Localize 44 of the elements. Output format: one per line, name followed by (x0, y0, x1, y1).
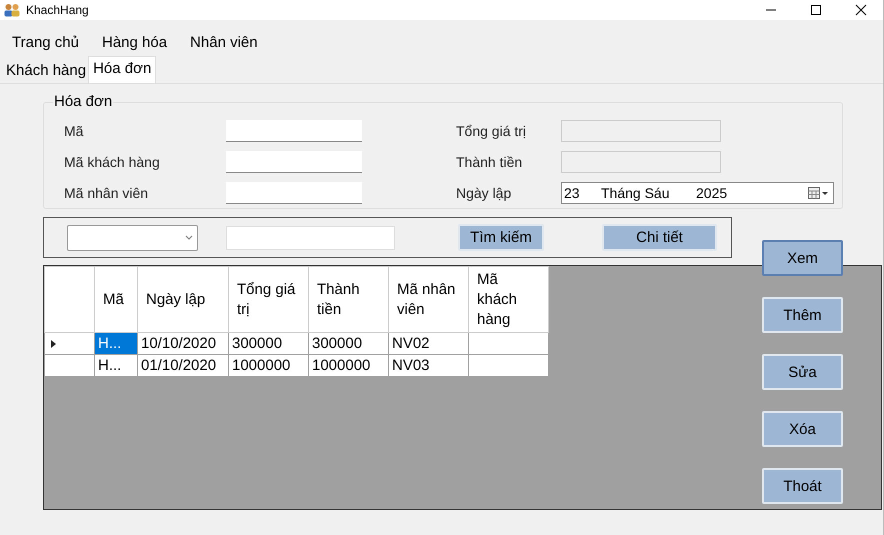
action-button[interactable]: Xóa (762, 411, 843, 447)
table-cell: H... (94, 354, 138, 376)
action-button[interactable]: Thêm (762, 297, 843, 333)
input-field[interactable] (226, 182, 362, 204)
table-cell: NV02 (388, 332, 468, 354)
table-cell: 1000000 (308, 354, 388, 376)
close-icon[interactable] (855, 4, 867, 16)
menu-item[interactable]: Hàng hóa (102, 34, 168, 56)
row-header[interactable] (44, 354, 94, 376)
input-field[interactable] (226, 150, 362, 172)
action-button[interactable]: Xem (762, 240, 843, 276)
row-header[interactable] (44, 332, 94, 354)
current-row-icon (51, 340, 56, 348)
menu-item[interactable]: Trang chủ (12, 34, 79, 56)
table-cell: NV03 (388, 354, 468, 376)
table-cell: 300000 (228, 332, 308, 354)
table-cell: 1000000 (228, 354, 308, 376)
people-icon (4, 3, 20, 17)
table-cell: H... (94, 332, 138, 354)
field-label: Mã nhân viên (63, 184, 150, 200)
column-header[interactable]: Mã (103, 290, 129, 310)
input-field[interactable] (226, 120, 362, 142)
field-label: Thành tiền (456, 154, 524, 170)
search-button[interactable]: Tìm kiếm (458, 224, 544, 251)
chevron-icon (185, 235, 193, 240)
search-field[interactable] (226, 226, 395, 250)
action-button[interactable]: Thoát (762, 468, 843, 504)
calendar-icon (808, 186, 830, 198)
table-cell: 01/10/2020 (138, 354, 228, 376)
menu-item[interactable]: Nhân viên (190, 34, 258, 56)
field-label: Mã (63, 122, 84, 138)
tab[interactable]: Khách hàng (4, 59, 88, 83)
field-label: Ngày lập (456, 184, 512, 200)
date-picker[interactable]: 23 Tháng Sáu 2025 (561, 182, 834, 204)
field-label: Mã khách hàng (63, 154, 161, 170)
field-label: Tổng giá trị (456, 122, 528, 138)
detail-button[interactable]: Chi tiết (602, 224, 717, 251)
maximize-icon[interactable] (810, 4, 822, 16)
action-button[interactable]: Sửa (762, 354, 843, 390)
tab[interactable]: Hóa đơn (88, 56, 156, 83)
filter-dropdown[interactable] (67, 224, 198, 250)
window-title: KhachHang (26, 3, 89, 17)
table-cell: 300000 (308, 332, 388, 354)
table-cell: 10/10/2020 (138, 332, 228, 354)
